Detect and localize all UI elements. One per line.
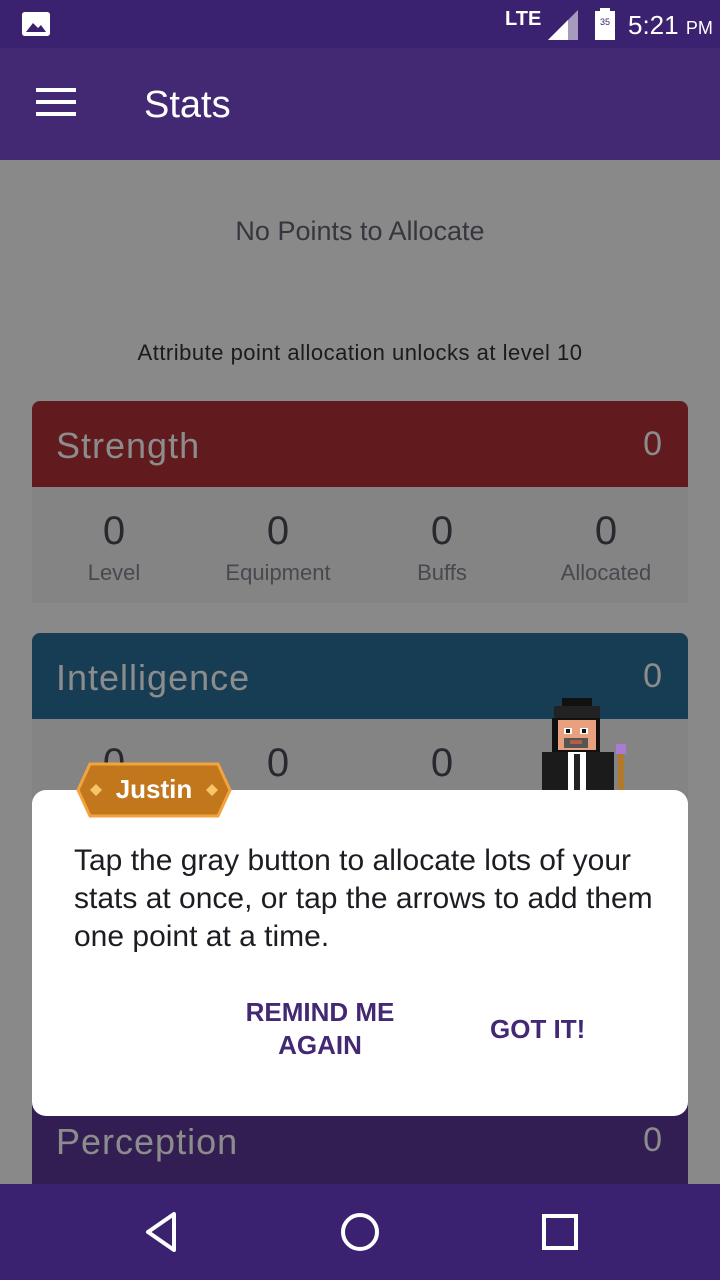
npc-name: Justin (115, 774, 193, 804)
remind-line-1: REMIND ME (245, 997, 395, 1027)
signal-icon (548, 10, 578, 40)
remind-line-2: AGAIN (278, 1030, 362, 1060)
clock-time: 5:21 (628, 10, 679, 40)
page-title: Stats (144, 84, 231, 126)
network-type-label: LTE (505, 8, 542, 30)
tutorial-dialog: Tap the gray button to allocate lots of … (32, 790, 688, 1116)
back-icon[interactable] (140, 1210, 184, 1254)
gallery-notification-icon (22, 12, 50, 36)
battery-icon: 35 (595, 8, 615, 40)
recents-icon[interactable] (538, 1210, 582, 1254)
npc-avatar-icon (542, 698, 626, 790)
remind-me-again-button[interactable]: REMIND ME AGAIN (228, 996, 412, 1062)
menu-icon[interactable] (36, 88, 76, 120)
battery-level-label: 35 (600, 17, 610, 27)
status-bar: LTE 35 5:21 PM (0, 0, 720, 48)
navigation-bar (0, 1184, 720, 1280)
dialog-message: Tap the gray button to allocate lots of … (74, 844, 653, 953)
app-bar: Stats (0, 48, 720, 160)
clock: 5:21 PM (628, 10, 713, 41)
got-it-button[interactable]: GOT IT! (490, 1014, 585, 1045)
clock-ampm: PM (685, 18, 713, 38)
home-icon[interactable] (338, 1210, 382, 1254)
npc-name-badge: Justin (76, 762, 232, 818)
